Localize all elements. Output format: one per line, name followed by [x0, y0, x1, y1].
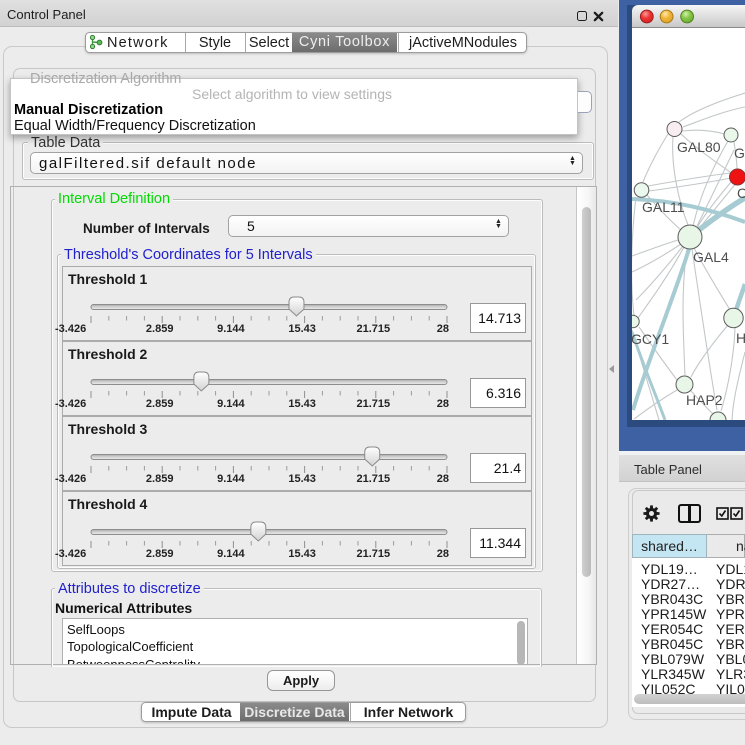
svg-text:GAL11: GAL11 — [642, 199, 685, 215]
svg-text:C: C — [737, 185, 745, 201]
svg-text:GA: GA — [734, 145, 745, 161]
svg-text:GCY1: GCY1 — [632, 331, 669, 347]
svg-text:H: H — [736, 330, 745, 346]
svg-text:GAL4: GAL4 — [693, 249, 729, 265]
svg-text:GAL80: GAL80 — [677, 139, 721, 155]
svg-text:HAP2: HAP2 — [686, 392, 723, 408]
